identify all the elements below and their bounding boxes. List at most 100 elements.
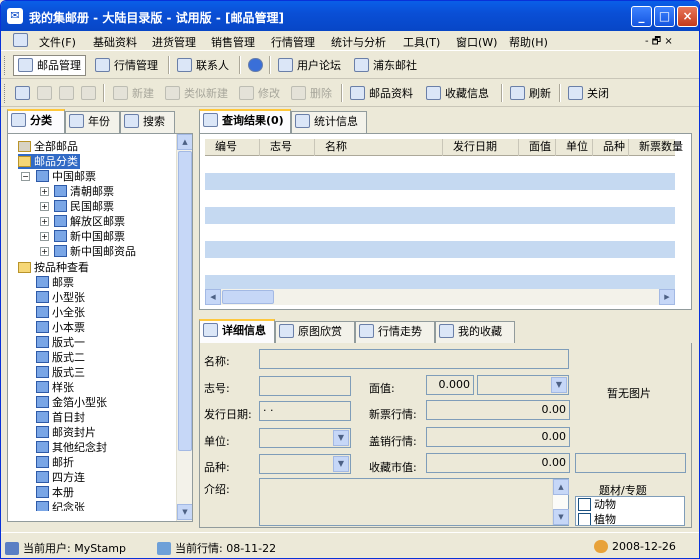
menu-tools[interactable]: 工具(T) <box>403 34 440 50</box>
tree-item-qing[interactable]: 清朝邮票 <box>54 184 114 199</box>
toolbar-grip[interactable] <box>4 56 7 75</box>
app-icon[interactable]: ✉ <box>7 8 23 24</box>
mdi-controls[interactable]: - 🗗 × <box>645 34 673 51</box>
table-row[interactable] <box>205 173 675 190</box>
tree-kind-item[interactable]: 邮折 <box>36 455 74 470</box>
tree-item-china[interactable]: 中国邮票 <box>36 169 96 184</box>
column-header[interactable]: 编号 <box>205 139 260 156</box>
add-sub-icon[interactable] <box>37 86 52 100</box>
grid-hscrollbar[interactable]: ◀ ▶ <box>205 289 675 305</box>
tree-item-new-china-postal[interactable]: 新中国邮资品 <box>54 244 136 259</box>
used-stamp-price-field[interactable]: 0.00 <box>426 427 570 447</box>
move-icon[interactable] <box>59 86 74 100</box>
tree-item-by-kind[interactable]: 按品种查看 <box>18 260 89 275</box>
expand-toggle[interactable]: + <box>40 247 49 256</box>
tree-scrollbar[interactable]: ▲ ▼ <box>176 134 192 521</box>
scroll-thumb[interactable] <box>222 290 274 304</box>
unit-select[interactable]: ▼ <box>259 428 351 448</box>
delete-button[interactable]: 删除 <box>287 83 336 104</box>
maximize-button[interactable]: □ <box>654 6 675 27</box>
user-forum-button[interactable]: 用户论坛 <box>274 55 345 76</box>
menu-window[interactable]: 窗口(W) <box>456 34 497 50</box>
delete-node-icon[interactable] <box>81 86 96 100</box>
similar-new-button[interactable]: 类似新建 <box>161 83 232 104</box>
stamp-info-button[interactable]: 邮品资料 <box>346 83 417 104</box>
result-grid[interactable]: 编号 志号 名称 发行日期 面值 单位 品种 新票数量 ◀ ▶ <box>199 133 692 310</box>
face-unit-select[interactable]: ▼ <box>477 375 569 395</box>
tab-original-image[interactable]: 原图欣赏 <box>275 321 355 343</box>
expand-toggle[interactable]: + <box>40 202 49 211</box>
tree-kind-item[interactable]: 本册 <box>36 485 74 500</box>
tree-kind-item[interactable]: 小型张 <box>36 290 85 305</box>
collection-info-button[interactable]: 收藏信息 <box>422 83 493 104</box>
toolbar-grip[interactable] <box>4 84 7 103</box>
help-button[interactable] <box>244 55 271 76</box>
tree-item-minguo[interactable]: 民国邮票 <box>54 199 114 214</box>
checkbox[interactable] <box>578 513 591 525</box>
tab-category[interactable]: 分类 <box>7 109 65 134</box>
expand-toggle[interactable]: + <box>40 187 49 196</box>
refresh-button[interactable]: 刷新 <box>506 83 555 104</box>
tab-search[interactable]: 搜索 <box>120 111 175 133</box>
tree-item-new-china[interactable]: 新中国邮票 <box>54 229 125 244</box>
name-field[interactable] <box>259 349 569 369</box>
tree-kind-item[interactable]: 首日封 <box>36 410 85 425</box>
scroll-down-button[interactable]: ▼ <box>553 509 569 525</box>
table-row[interactable] <box>205 190 675 207</box>
issue-date-field[interactable]: · · <box>259 401 351 421</box>
scroll-right-button[interactable]: ▶ <box>659 289 675 305</box>
scroll-up-button[interactable]: ▲ <box>177 134 192 150</box>
stamp-management-button[interactable]: 邮品管理 <box>13 55 86 76</box>
menu-market[interactable]: 行情管理 <box>271 34 315 50</box>
image-caption-field[interactable] <box>575 453 686 473</box>
tree-kind-item[interactable]: 其他纪念封 <box>36 440 107 455</box>
column-header[interactable]: 发行日期 <box>443 139 519 156</box>
market-management-button[interactable]: 行情管理 <box>91 55 162 76</box>
column-header[interactable]: 志号 <box>260 139 315 156</box>
chevron-down-icon[interactable]: ▼ <box>333 456 349 472</box>
tree-kind-item[interactable]: 版式二 <box>36 350 85 365</box>
tree-kind-item[interactable]: 小全张 <box>36 305 85 320</box>
title-bar[interactable]: ✉ 我的集邮册 - 大陆目录版 - 试用版 - [邮品管理] _ □ × <box>1 1 699 31</box>
zhihao-field[interactable] <box>259 376 351 396</box>
tree-kind-item[interactable]: 邮票 <box>36 275 74 290</box>
contacts-button[interactable]: 联系人 <box>173 55 233 76</box>
tab-year[interactable]: 年份 <box>65 111 120 133</box>
column-header[interactable]: 新票数量 <box>629 139 683 156</box>
kind-select[interactable]: ▼ <box>259 454 351 474</box>
tree-kind-item[interactable]: 小本票 <box>36 320 85 335</box>
table-row[interactable] <box>205 275 675 289</box>
tree-kind-item[interactable]: 四方连 <box>36 470 85 485</box>
edit-button[interactable]: 修改 <box>235 83 284 104</box>
chevron-down-icon[interactable]: ▼ <box>333 430 349 446</box>
close-button[interactable]: × <box>677 6 698 27</box>
tab-statistics[interactable]: 统计信息 <box>291 111 367 133</box>
column-header[interactable]: 品种 <box>593 139 629 156</box>
new-stamp-price-field[interactable]: 0.00 <box>426 400 570 420</box>
category-tree[interactable]: 全部邮品 邮品分类 − 中国邮票 + 清朝邮票 + 民国邮票 + 解放区邮票 +… <box>7 133 193 522</box>
document-icon[interactable] <box>13 33 28 47</box>
minimize-button[interactable]: _ <box>631 6 652 27</box>
theme-list[interactable]: 动物 植物 <box>575 496 685 526</box>
theme-item-plant[interactable]: 植物 <box>578 513 616 525</box>
tree-kind-item[interactable]: 邮资封片 <box>36 425 96 440</box>
column-header[interactable]: 名称 <box>315 139 443 156</box>
tree-item-all[interactable]: 全部邮品 <box>18 139 78 154</box>
tree-item-liberated[interactable]: 解放区邮票 <box>54 214 125 229</box>
table-row[interactable] <box>205 241 675 258</box>
tree-item-category[interactable]: 邮品分类 <box>18 154 80 169</box>
chevron-down-icon[interactable]: ▼ <box>551 377 567 393</box>
tab-market-trend[interactable]: 行情走势 <box>355 321 435 343</box>
close-panel-button[interactable]: 关闭 <box>564 83 613 104</box>
tree-kind-item[interactable]: 样张 <box>36 380 74 395</box>
scroll-up-button[interactable]: ▲ <box>553 479 569 495</box>
menu-help[interactable]: 帮助(H) <box>509 34 548 50</box>
tab-my-collection[interactable]: 我的收藏 <box>435 321 515 343</box>
tree-kind-item[interactable]: 纪念张 <box>36 500 85 511</box>
checkbox[interactable] <box>578 498 591 511</box>
intro-scrollbar[interactable]: ▲ ▼ <box>552 479 569 525</box>
collection-value-field[interactable]: 0.00 <box>426 453 570 473</box>
table-row[interactable] <box>205 258 675 275</box>
scroll-thumb[interactable] <box>178 151 192 451</box>
tree-kind-item[interactable]: 金箔小型张 <box>36 395 107 410</box>
